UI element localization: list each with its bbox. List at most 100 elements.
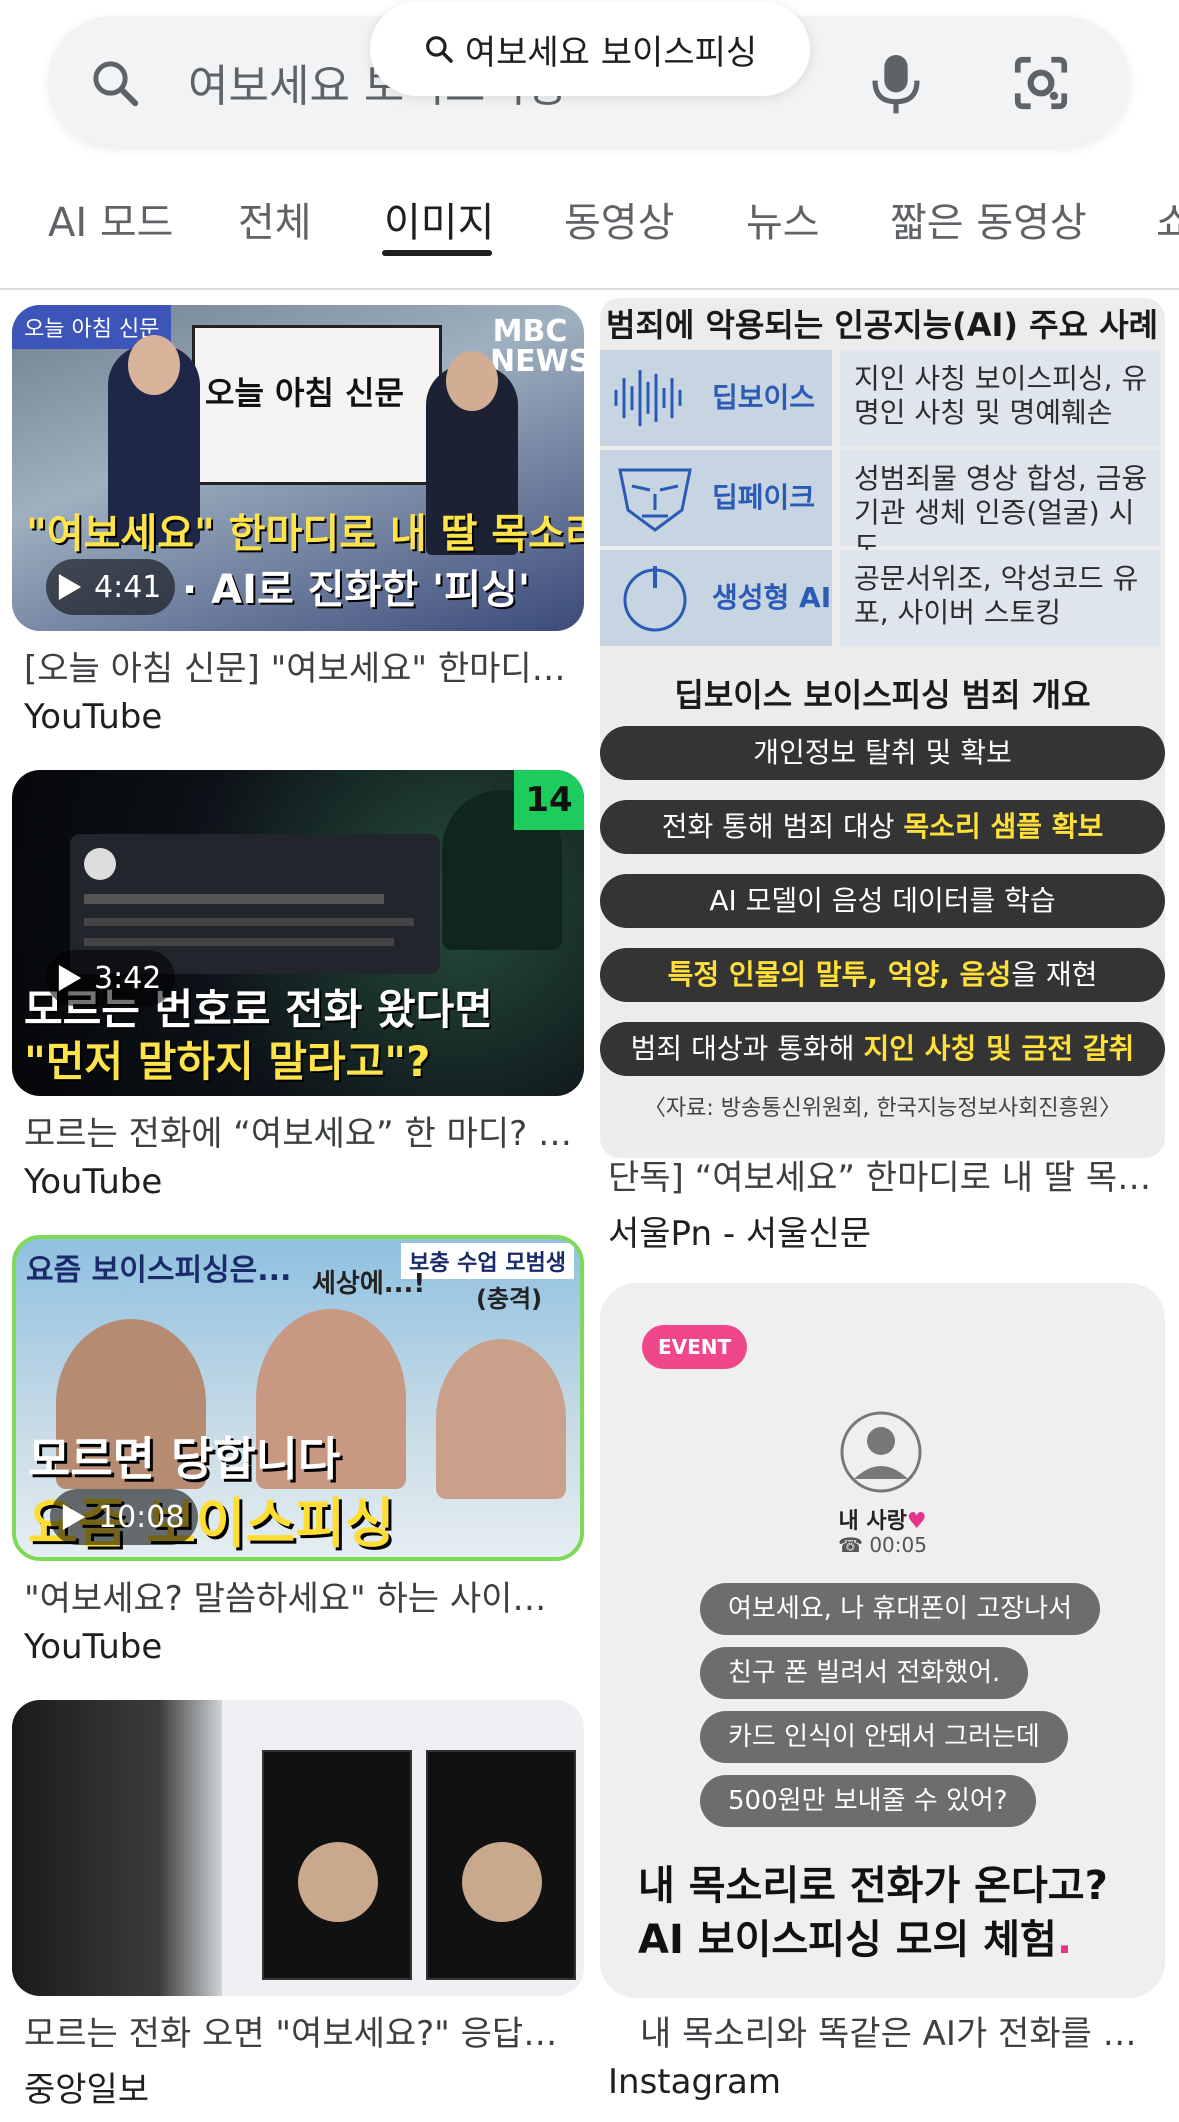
process-step: 전화 통해 범죄 대상 목소리 샘플 확보 xyxy=(600,800,1165,854)
tab-all[interactable]: 전체 xyxy=(238,190,312,248)
newspaper-board-title: 오늘 아침 신문 xyxy=(205,374,404,412)
step-text: 개인정보 탈취 및 확보 xyxy=(753,736,1012,769)
result-card[interactable]: 요즘 보이스피싱은... 보충 수업 모범생 세상에...! (충격) 모르면 … xyxy=(12,1235,584,1675)
thumb-subheadline: · AI로 진화한 '피싱' xyxy=(182,567,531,613)
result-caption[interactable]: 모르는 전화 오면 "여보세요?" 응답… xyxy=(24,2006,584,2055)
result-thumbnail[interactable]: 14 모르는 번호로 전화 왔다면 "먼저 말하지 말라고"? 3:42 xyxy=(12,770,584,1096)
ai-power-icon xyxy=(623,566,687,632)
duration-text: 10:08 xyxy=(98,1499,185,1535)
contact-name-row: 내 사랑♥ xyxy=(600,1503,1165,1535)
process-step: 범죄 대상과 통화해 지인 사칭 및 금전 갈취 xyxy=(600,1022,1165,1076)
duration-text: 4:41 xyxy=(94,569,162,605)
event-headline: 내 목소리로 전화가 온다고? xyxy=(638,1863,1108,1909)
anchor-head xyxy=(128,335,180,395)
text-line xyxy=(84,918,414,926)
process-step: AI 모델이 음성 데이터를 학습 xyxy=(600,874,1165,928)
newspaper-board: 오늘 아침 신문 xyxy=(192,325,442,485)
result-thumbnail-event[interactable]: EVENT 내 사랑♥ ☎ 00:05 여보세요, 나 휴대폰이 고장나서 친구… xyxy=(600,1283,1165,1998)
tab-short-videos[interactable]: 짧은 동영상 xyxy=(890,190,1087,248)
person-silhouette xyxy=(12,1700,222,1996)
image-search-results-page: 여보세요 보이스피싱 여보세요 보이스피싱 AI 모드 전체 이미지 동영상 뉴… xyxy=(0,0,1179,2122)
video-duration-badge: 10:08 xyxy=(50,1489,199,1545)
tab-videos[interactable]: 동영상 xyxy=(564,190,674,248)
search-icon[interactable] xyxy=(88,56,142,110)
duration-text: 3:42 xyxy=(94,960,162,996)
step-text: AI 모델이 음성 데이터를 학습 xyxy=(709,884,1056,917)
step-highlight: 특정 인물의 말투, 억양, 음성 xyxy=(667,958,1012,991)
result-caption[interactable]: 내 목소리와 똑같은 AI가 전화를 … xyxy=(640,2006,1170,2055)
result-source: 중앙일보 xyxy=(24,2070,150,2110)
infographic-title: 범죄에 악용되는 인공지능(AI) 주요 사례 xyxy=(606,306,1159,344)
result-caption[interactable]: [오늘 아침 신문] "여보세요" 한마디… xyxy=(24,641,584,690)
result-caption[interactable]: 단독] “여보세요” 한마디로 내 딸 목… xyxy=(608,1150,1168,1199)
channel-badge: 14 xyxy=(514,770,584,830)
chat-bubble: 500원만 보내줄 수 있어? xyxy=(700,1775,1036,1827)
thumb-tag: 보충 수업 모범생 xyxy=(401,1243,574,1279)
step-highlight: 목소리 샘플 확보 xyxy=(903,810,1104,843)
thumb-subheadline: "먼저 말하지 말라고"? xyxy=(24,1037,431,1086)
case-row: 생성형 AI 공문서위조, 악성코드 유포, 사이버 스토킹 xyxy=(600,550,1165,646)
case-label-box: 생성형 AI xyxy=(600,550,832,646)
result-card[interactable]: 모르는 전화 오면 "여보세요?" 응답… 중앙일보 xyxy=(12,1700,584,2120)
speaker-head xyxy=(462,1842,542,1922)
face-mask-icon xyxy=(618,468,692,532)
result-caption[interactable]: "여보세요? 말씀하세요" 하는 사이… xyxy=(24,1571,584,1620)
result-card[interactable]: 14 모르는 번호로 전화 왔다면 "먼저 말하지 말라고"? 3:42 모르는… xyxy=(12,770,584,1210)
case-row: 딥페이크 성범죄물 영상 합성, 금융기관 생체 인증(얼굴) 시도 xyxy=(600,450,1165,563)
tab-ai-mode[interactable]: AI 모드 xyxy=(48,190,173,248)
play-icon xyxy=(58,965,82,991)
event-subheadline: AI 보이스피싱 모의 체험 xyxy=(638,1917,1057,1963)
thumb-quote: 세상에...! xyxy=(312,1269,426,1299)
infographic-source-note: 〈자료: 방송통신위원회, 한국지능정보사회진흥원〉 xyxy=(643,1096,1122,1121)
result-thumbnail-infographic[interactable]: 범죄에 악용되는 인공지능(AI) 주요 사례 딥보이스 지인 사칭 보이스피싱… xyxy=(600,298,1165,1158)
person-figure xyxy=(436,1339,566,1499)
step-text: 전화 통해 범죄 대상 xyxy=(661,810,904,843)
process-step: 개인정보 탈취 및 확보 xyxy=(600,726,1165,780)
search-tabs: AI 모드 전체 이미지 동영상 뉴스 짧은 동영상 쇼 xyxy=(0,170,1179,290)
query-pill[interactable]: 여보세요 보이스피싱 xyxy=(370,2,810,96)
mbc-news-logo: MBC NEWS xyxy=(490,314,584,379)
video-duration-badge: 4:41 xyxy=(46,559,176,615)
case-label: 딥보이스 xyxy=(712,381,816,414)
video-panel xyxy=(426,1750,576,1980)
microphone-icon[interactable] xyxy=(868,50,924,116)
tab-shopping[interactable]: 쇼 xyxy=(1156,190,1179,248)
text-line xyxy=(84,938,394,946)
call-time-row: ☎ 00:05 xyxy=(600,1533,1165,1557)
tab-images[interactable]: 이미지 xyxy=(384,190,494,248)
case-description: 지인 사칭 보이스피싱, 유명인 사칭 및 명예훼손 xyxy=(840,350,1160,446)
result-source: YouTube xyxy=(24,1162,163,1202)
video-panel xyxy=(262,1750,412,1980)
result-source: YouTube xyxy=(24,1627,163,1667)
result-source: YouTube xyxy=(24,697,163,737)
case-label: 딥페이크 xyxy=(712,481,816,514)
chat-bubble: 친구 폰 빌려서 전화했어. xyxy=(700,1647,1029,1699)
case-row: 딥보이스 지인 사칭 보이스피싱, 유명인 사칭 및 명예훼손 xyxy=(600,350,1165,446)
result-card[interactable]: 오늘 아침 신문 MBC NEWS 오늘 아침 신문 "여보세요" 한마디로 내… xyxy=(12,305,584,745)
case-label: 생성형 AI xyxy=(712,581,832,614)
step-highlight: 지인 사칭 및 금전 갈취 xyxy=(863,1032,1135,1065)
call-time: 00:05 xyxy=(869,1533,927,1557)
event-pill: EVENT xyxy=(642,1325,748,1369)
case-description: 성범죄물 영상 합성, 금융기관 생체 인증(얼굴) 시도 xyxy=(840,450,1160,563)
result-source: 서울Pn - 서울신문 xyxy=(608,1214,872,1254)
contact-name: 내 사랑 xyxy=(838,1509,907,1534)
result-thumbnail[interactable] xyxy=(12,1700,584,1996)
result-thumbnail[interactable]: 요즘 보이스피싱은... 보충 수업 모범생 세상에...! (충격) 모르면 … xyxy=(12,1235,584,1561)
case-label-box: 딥보이스 xyxy=(600,350,832,446)
thumb-quote-secondary: (충격) xyxy=(476,1285,543,1313)
tab-news[interactable]: 뉴스 xyxy=(746,190,820,248)
step-text: 범죄 대상과 통화해 xyxy=(630,1032,864,1065)
speaker-head xyxy=(298,1842,378,1922)
chat-bubble: 카드 인식이 안돼서 그러는데 xyxy=(700,1711,1068,1763)
camera-lens-icon[interactable] xyxy=(1010,52,1072,114)
phone-icon: ☎ xyxy=(838,1533,870,1557)
query-pill-text: 여보세요 보이스피싱 xyxy=(464,32,758,73)
active-tab-indicator xyxy=(382,250,492,256)
play-icon xyxy=(58,574,82,600)
infographic-section-title: 딥보이스 보이스피싱 범죄 개요 xyxy=(674,676,1091,714)
search-icon xyxy=(425,36,453,63)
result-caption[interactable]: 모르는 전화에 “여보세요” 한 마디? … xyxy=(24,1106,584,1155)
result-thumbnail[interactable]: 오늘 아침 신문 MBC NEWS 오늘 아침 신문 "여보세요" 한마디로 내… xyxy=(12,305,584,631)
case-label-box: 딥페이크 xyxy=(600,450,832,546)
